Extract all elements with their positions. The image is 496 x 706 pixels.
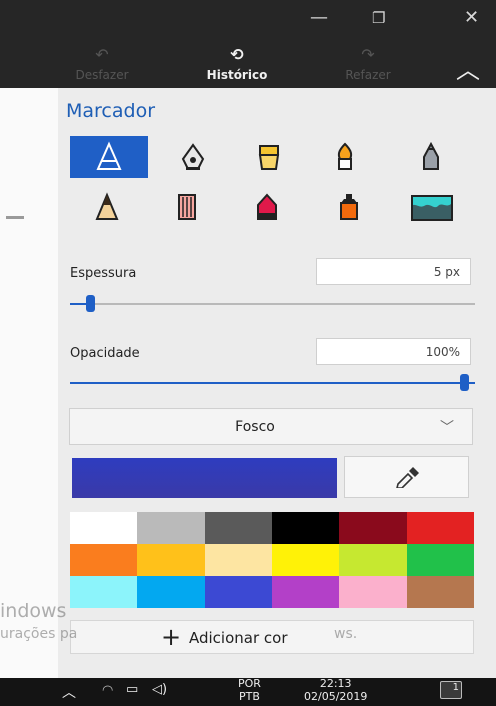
color-swatch[interactable] [70, 576, 138, 608]
history-label: Histórico [206, 68, 268, 82]
pen-eraser[interactable] [162, 186, 212, 228]
color-swatch[interactable] [406, 576, 474, 608]
notification-center-icon[interactable]: 1 [440, 681, 462, 699]
maximize-button[interactable]: ❐ [372, 8, 385, 28]
pen-highlighter-outline[interactable] [70, 136, 148, 178]
color-swatch[interactable] [204, 544, 272, 576]
watermark-line1: indows [0, 600, 67, 622]
color-swatch[interactable] [339, 544, 407, 576]
chevron-down-icon: ﹀ [440, 420, 454, 436]
background-mark [6, 216, 24, 219]
clock-date: 02/05/2019 [304, 690, 368, 703]
redo-label: Refazer [345, 68, 391, 82]
undo-label: Desfazer [75, 68, 129, 82]
opacity-input[interactable]: 100% [316, 338, 471, 365]
watermark-line2a: urações pa [0, 626, 78, 642]
plus-icon: + [161, 623, 182, 651]
watermark-line2b: ws. [334, 626, 358, 642]
brush-pen-icon [337, 142, 353, 170]
current-color-swatch [72, 458, 337, 498]
color-swatch[interactable] [137, 576, 205, 608]
pen-brush[interactable] [320, 136, 370, 178]
crayon-red-icon [257, 193, 277, 220]
close-button[interactable]: ✕ [464, 8, 479, 28]
opacity-slider-thumb[interactable] [460, 374, 469, 391]
color-swatch[interactable] [339, 576, 407, 608]
undo-button[interactable]: ↶ Desfazer [52, 45, 152, 83]
panel-title: Marcador [66, 100, 156, 122]
eyedropper-icon [395, 467, 419, 488]
add-color-button[interactable]: + Adicionar cor [70, 620, 474, 654]
color-swatch[interactable] [70, 512, 138, 544]
thickness-label: Espessura [70, 266, 137, 281]
color-swatch[interactable] [204, 576, 272, 608]
pen-paint-bucket[interactable] [404, 186, 460, 228]
notification-count: 1 [452, 682, 459, 693]
minimize-button[interactable]: — [310, 8, 328, 28]
color-swatch[interactable] [406, 512, 474, 544]
finish-dropdown[interactable]: Fosco ﹀ [69, 408, 473, 445]
color-palette [70, 512, 474, 608]
pen-fountain[interactable] [168, 136, 218, 178]
fountain-pen-icon [181, 143, 205, 170]
history-button[interactable]: ⟲ Histórico [187, 45, 287, 83]
pencil-gray-icon [423, 141, 439, 170]
keyboard-layout: PTB [239, 690, 260, 703]
pen-settings-panel: Marcador Espessura 5 px Opacidade 100% F… [58, 88, 496, 678]
wifi-icon[interactable]: ◠ [102, 683, 113, 698]
paint-bucket-icon [411, 195, 453, 221]
color-swatch[interactable] [137, 544, 205, 576]
pen-highlighter-yellow[interactable] [244, 136, 294, 178]
color-swatch[interactable] [339, 512, 407, 544]
language-indicator[interactable]: POR PTB [238, 677, 261, 703]
title-bar: — ❐ ✕ [0, 0, 496, 46]
color-swatch[interactable] [204, 512, 272, 544]
pen-crayon-red[interactable] [242, 186, 292, 228]
pen-crayon-pencil[interactable] [82, 186, 132, 228]
highlighter-yellow-icon [258, 145, 280, 170]
redo-icon: ↷ [361, 45, 375, 64]
taskbar: ︿ ◠ ▭ ◁) POR PTB 22:13 02/05/2019 1 [0, 677, 496, 706]
speaker-icon[interactable]: ◁) [152, 682, 167, 697]
thickness-input[interactable]: 5 px [316, 258, 471, 285]
background-canvas [0, 88, 58, 678]
language-code: POR [238, 677, 261, 690]
eraser-pink-icon [178, 194, 196, 220]
thickness-slider-track[interactable] [70, 303, 475, 305]
color-swatch[interactable] [137, 512, 205, 544]
finish-selected: Fosco [235, 419, 275, 435]
color-swatch[interactable] [272, 544, 340, 576]
clock[interactable]: 22:13 02/05/2019 [304, 677, 367, 703]
spray-paint-icon [340, 194, 358, 220]
color-swatch[interactable] [272, 512, 340, 544]
opacity-slider-track[interactable] [70, 382, 475, 384]
show-hidden-icons-icon[interactable]: ︿ [62, 682, 76, 702]
add-color-label: Adicionar cor [189, 629, 288, 647]
history-icon: ⟲ [230, 45, 244, 64]
color-swatch[interactable] [406, 544, 474, 576]
chevron-up-icon[interactable]: ︿ [456, 50, 480, 85]
pen-pencil-gray[interactable] [406, 136, 456, 178]
thickness-slider-thumb[interactable] [86, 295, 95, 312]
highlighter-outline-icon [96, 141, 122, 170]
clock-time: 22:13 [319, 677, 352, 690]
opacity-label: Opacidade [70, 346, 140, 361]
toolbar: ↶ Desfazer ⟲ Histórico ↷ Refazer ︿ [0, 46, 496, 88]
undo-icon: ↶ [95, 45, 109, 64]
redo-button[interactable]: ↷ Refazer [318, 45, 418, 83]
battery-icon[interactable]: ▭ [126, 682, 138, 697]
crayon-pencil-icon [95, 192, 119, 220]
pen-spray[interactable] [324, 186, 374, 228]
color-swatch[interactable] [70, 544, 138, 576]
eyedropper-button[interactable] [344, 456, 469, 498]
color-swatch[interactable] [272, 576, 340, 608]
